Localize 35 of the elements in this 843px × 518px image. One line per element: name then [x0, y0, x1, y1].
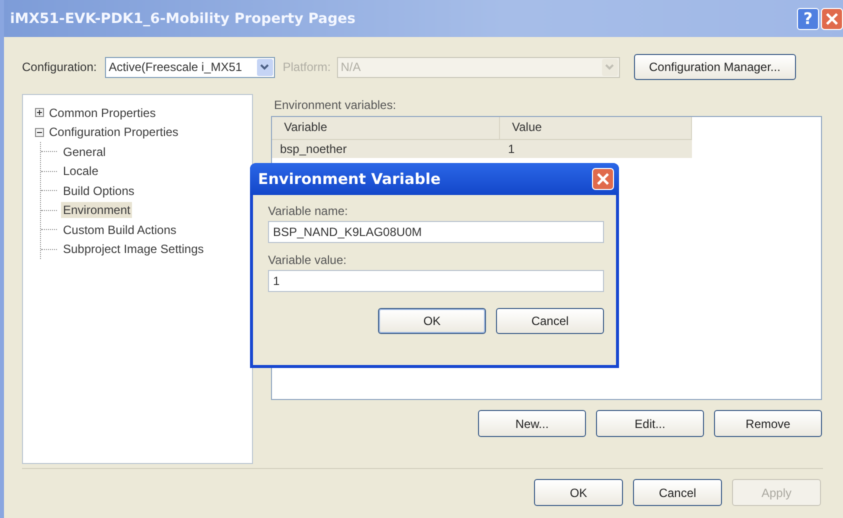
cancel-button[interactable]: Cancel — [633, 479, 722, 506]
configuration-dropdown[interactable]: Active(Freescale i_MX51 — [104, 56, 275, 78]
variable-name-field[interactable]: BSP_NAND_K9LAG08U0M — [268, 221, 604, 243]
ok-button[interactable]: OK — [378, 308, 486, 334]
field-label: Variable name: — [268, 204, 348, 218]
tree-item[interactable]: Common Properties — [47, 104, 158, 121]
help-button[interactable]: ? — [797, 8, 819, 30]
close-icon[interactable] — [592, 168, 614, 190]
platform-label: Platform: — [282, 60, 331, 74]
tree-item[interactable]: Locale — [61, 163, 100, 180]
expand-icon[interactable] — [35, 108, 44, 118]
close-icon[interactable] — [821, 8, 843, 30]
cancel-button[interactable]: Cancel — [496, 308, 604, 334]
tree-item[interactable]: Build Options — [61, 182, 136, 199]
field-label: Variable value: — [268, 253, 346, 267]
tree-item[interactable]: Configuration Properties — [47, 124, 180, 140]
table-cell-text: 1 — [507, 142, 516, 156]
variable-value-field[interactable]: 1 — [268, 270, 604, 292]
column-header[interactable]: Value — [500, 117, 692, 139]
ok-button[interactable]: OK — [534, 479, 623, 506]
collapse-icon[interactable] — [35, 128, 44, 137]
window-title: iMX51-EVK-PDK1_6-Mobility Property Pages — [10, 10, 356, 26]
column-header[interactable]: Variable — [272, 117, 500, 139]
edit-button[interactable]: Edit... — [596, 410, 704, 437]
dialog-title: Environment Variable — [258, 170, 441, 188]
tree-item[interactable]: Environment — [61, 202, 132, 218]
tree-item[interactable]: Subproject Image Settings — [61, 241, 206, 258]
configuration-manager-button[interactable]: Configuration Manager... — [634, 54, 796, 80]
tree-item[interactable]: Custom Build Actions — [61, 222, 178, 238]
tree-item[interactable]: General — [61, 144, 108, 160]
remove-button[interactable]: Remove — [714, 410, 822, 437]
table-cell-text: bsp_noether — [279, 142, 348, 156]
configuration-label: Configuration: — [22, 60, 97, 74]
list-label: Environment variables: — [274, 98, 396, 112]
new-button[interactable]: New... — [478, 410, 586, 437]
